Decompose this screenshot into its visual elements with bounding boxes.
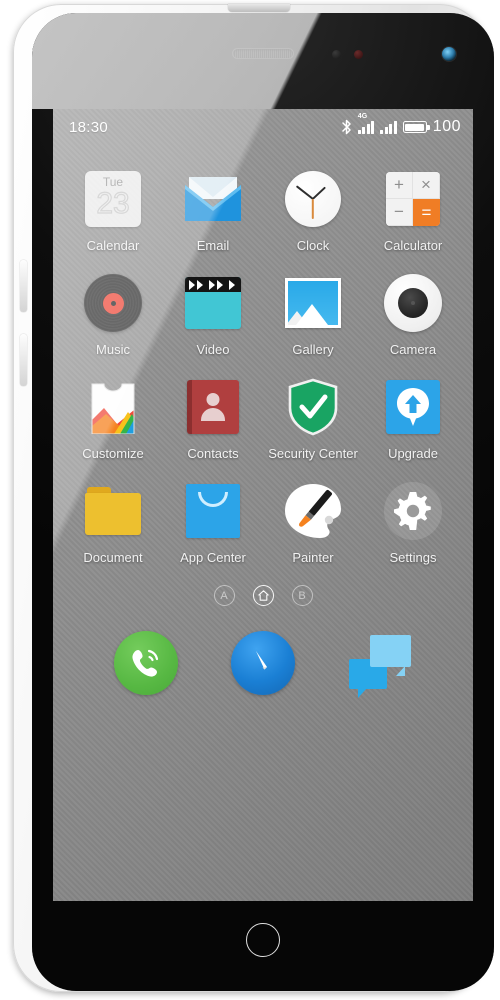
app-clock[interactable]: Clock — [263, 169, 363, 253]
earpiece-speaker — [233, 49, 293, 58]
app-label: Upgrade — [388, 446, 438, 461]
dock-messages[interactable] — [347, 630, 413, 698]
app-app-center[interactable]: App Center — [163, 481, 263, 565]
app-customize[interactable]: Customize — [63, 377, 163, 461]
app-calendar[interactable]: Tue 23 Calendar — [63, 169, 163, 253]
volume-down-button[interactable] — [20, 334, 27, 386]
dock-phone[interactable] — [113, 630, 179, 696]
phone-handset-icon[interactable] — [113, 631, 178, 695]
folder-icon[interactable] — [83, 481, 143, 541]
volume-up-button[interactable] — [20, 260, 27, 312]
app-security-center[interactable]: Security Center — [263, 377, 363, 461]
music-vinyl-icon[interactable] — [83, 273, 143, 333]
app-painter[interactable]: Painter — [263, 481, 363, 565]
page-a-icon[interactable]: A — [213, 585, 235, 606]
gear-icon[interactable] — [383, 481, 443, 541]
light-sensor — [354, 50, 363, 59]
bluetooth-icon — [342, 119, 351, 135]
home-button[interactable] — [246, 923, 280, 957]
app-label: Email — [196, 238, 230, 253]
clock-icon[interactable] — [283, 169, 343, 229]
app-label: Music — [96, 342, 130, 357]
calc-key-plus: + — [386, 172, 413, 199]
compass-browser-icon[interactable] — [230, 631, 295, 695]
phone-screen: 18:30 4G 100 Tue 23 Calendar Email Clock… — [53, 109, 473, 901]
app-label: Security Center — [268, 446, 358, 461]
gallery-photo-icon[interactable] — [283, 273, 343, 333]
app-settings[interactable]: Settings — [363, 481, 463, 565]
home-page-icon[interactable] — [252, 585, 274, 606]
app-label: Calendar — [86, 238, 140, 253]
app-contacts[interactable]: Contacts — [163, 377, 263, 461]
clock-second-hand — [312, 199, 314, 219]
calendar-day: 23 — [96, 187, 131, 220]
signal-bars-icon-4g: 4G — [357, 113, 375, 134]
status-time: 18:30 — [69, 118, 109, 136]
app-email[interactable]: Email — [163, 169, 263, 253]
calc-key-equals: = — [413, 199, 440, 226]
app-label: Camera — [389, 342, 437, 357]
app-document[interactable]: Document — [63, 481, 163, 565]
app-label: Calculator — [383, 238, 443, 253]
customize-tshirt-icon[interactable] — [83, 377, 143, 437]
clock-hour-hand — [312, 186, 327, 200]
app-gallery[interactable]: Gallery — [263, 273, 363, 357]
dock-browser[interactable] — [230, 630, 296, 696]
app-label: Video — [196, 342, 230, 357]
dock — [53, 630, 473, 698]
app-camera[interactable]: Camera — [363, 273, 463, 357]
calc-key-minus: − — [386, 199, 413, 226]
upgrade-arrow-icon[interactable] — [383, 377, 443, 437]
app-video[interactable]: Video — [163, 273, 263, 357]
clock-minute-hand — [295, 185, 314, 200]
chat-bubbles-icon[interactable] — [349, 635, 412, 698]
page-indicator: A B — [53, 585, 473, 606]
app-label: App Center — [180, 550, 246, 565]
paint-palette-icon[interactable] — [283, 481, 343, 541]
status-icons: 4G 100 — [341, 113, 461, 136]
front-camera — [442, 47, 456, 61]
page-b-icon[interactable]: B — [291, 585, 313, 606]
network-type-label: 4G — [357, 112, 368, 120]
power-button[interactable] — [228, 4, 290, 12]
shopping-bag-icon[interactable] — [183, 481, 243, 541]
calendar-icon[interactable]: Tue 23 — [83, 169, 143, 229]
video-clapperboard-icon[interactable] — [183, 273, 243, 333]
signal-bars-icon-2 — [380, 120, 397, 134]
status-bar: 18:30 4G 100 — [53, 109, 473, 145]
app-label: Customize — [82, 446, 144, 461]
phone-frame: 18:30 4G 100 Tue 23 Calendar Email Clock… — [13, 4, 494, 992]
camera-lens-icon[interactable] — [383, 273, 443, 333]
app-upgrade[interactable]: Upgrade — [363, 377, 463, 461]
proximity-sensor — [332, 50, 341, 59]
app-label: Document — [83, 550, 143, 565]
app-grid: Tue 23 Calendar Email Clock + × − = Calc… — [53, 145, 473, 565]
phone-body: 18:30 4G 100 Tue 23 Calendar Email Clock… — [32, 13, 494, 991]
shield-check-icon[interactable] — [283, 377, 343, 437]
app-label: Clock — [296, 238, 330, 253]
calc-key-times: × — [413, 172, 440, 199]
app-music[interactable]: Music — [63, 273, 163, 357]
app-label: Contacts — [187, 446, 239, 461]
app-label: Settings — [389, 550, 437, 565]
battery-percent: 100 — [432, 118, 461, 135]
calculator-icon[interactable]: + × − = — [383, 169, 443, 229]
battery-full-icon — [402, 121, 430, 133]
app-label: Painter — [292, 550, 334, 565]
contacts-book-icon[interactable] — [183, 377, 243, 437]
email-envelope-icon[interactable] — [183, 169, 243, 229]
app-calculator[interactable]: + × − = Calculator — [363, 169, 463, 253]
app-label: Gallery — [292, 342, 334, 357]
